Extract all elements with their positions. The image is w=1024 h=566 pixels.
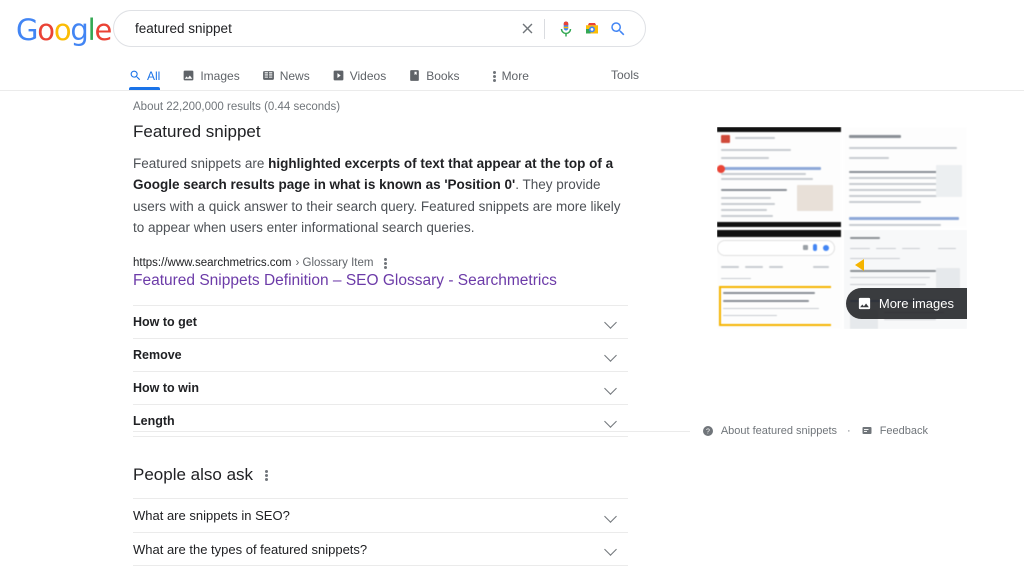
page-title: Featured snippet (133, 122, 628, 142)
tab-label: More (502, 70, 529, 82)
tab-videos[interactable]: Videos (332, 69, 398, 90)
paa-question-row[interactable]: What are snippets in SEO? (133, 498, 628, 532)
chevron-down-icon (605, 545, 618, 553)
search-header: Google (0, 0, 1024, 91)
result-title-link[interactable]: Featured Snippets Definition – SEO Gloss… (133, 271, 628, 291)
tab-news[interactable]: News (262, 69, 322, 90)
feedback-flag-icon (861, 425, 873, 437)
help-circle-icon: ? (702, 425, 714, 437)
search-icon (129, 69, 142, 82)
logo-letter: o (37, 16, 54, 45)
more-images-label: More images (879, 296, 954, 311)
tab-label: Images (200, 70, 239, 82)
kebab-menu-icon[interactable] (384, 258, 387, 269)
tab-more[interactable]: More (482, 70, 541, 90)
photo-icon (857, 296, 872, 311)
search-bar[interactable] (113, 10, 646, 47)
divider (133, 431, 690, 432)
featured-snippet-text: Featured snippets are highlighted excerp… (133, 153, 628, 238)
tab-label: Books (426, 70, 459, 82)
feedback-link[interactable]: Feedback (880, 425, 928, 437)
google-lens-camera-icon[interactable] (579, 16, 605, 42)
image-icon (182, 69, 195, 82)
search-input[interactable] (133, 20, 514, 37)
accordion-label: Remove (133, 348, 182, 362)
logo-letter: e (94, 16, 111, 45)
about-featured-snippets-link[interactable]: About featured snippets (721, 425, 837, 437)
search-bar-actions (514, 16, 645, 42)
search-nav-tabs: All Images News Videos Books More (129, 60, 551, 90)
kebab-menu-icon (493, 71, 496, 82)
result-url-row: https://www.searchmetrics.com › Glossary… (133, 257, 628, 269)
chevron-down-icon (605, 351, 618, 359)
result-stats: About 22,200,000 results (0.44 seconds) (133, 101, 340, 113)
footer-links: ? About featured snippets · Feedback (690, 425, 928, 437)
tab-label: All (147, 70, 160, 82)
image-thumbnail[interactable] (844, 127, 968, 227)
paa-title: People also ask (133, 465, 253, 485)
paa-question-row[interactable]: What are the types of featured snippets? (133, 532, 628, 566)
logo-letter: l (88, 16, 95, 45)
tab-books[interactable]: Books (408, 69, 471, 90)
logo-letter: G (16, 16, 37, 45)
featured-snippet-block: Featured snippet Featured snippets are h… (133, 122, 628, 437)
microphone-icon[interactable] (553, 16, 579, 42)
tab-all[interactable]: All (129, 69, 172, 90)
accordion-label: How to get (133, 315, 197, 329)
accordion-row-how-to-get[interactable]: How to get (133, 305, 628, 338)
tab-label: Videos (350, 70, 386, 82)
kebab-menu-icon[interactable] (265, 470, 268, 481)
result-breadcrumb: › Glossary Item (295, 257, 373, 269)
image-results-panel[interactable]: More images (717, 127, 967, 329)
google-logo[interactable]: Google (16, 16, 111, 45)
divider (544, 19, 545, 39)
people-also-ask-heading: People also ask (133, 465, 628, 485)
chevron-down-icon (605, 318, 618, 326)
image-thumbnail[interactable] (717, 230, 841, 330)
logo-letter: o (54, 16, 71, 45)
accordion-row-how-to-win[interactable]: How to win (133, 371, 628, 404)
featured-snippet-footer: ? About featured snippets · Feedback (133, 425, 928, 437)
tab-images[interactable]: Images (182, 69, 251, 90)
chevron-down-icon (605, 417, 618, 425)
chevron-down-icon (605, 512, 618, 520)
book-icon (408, 69, 421, 82)
tab-label: News (280, 70, 310, 82)
result-domain[interactable]: https://www.searchmetrics.com (133, 257, 291, 269)
close-icon[interactable] (514, 16, 540, 42)
people-also-ask-block: People also ask What are snippets in SEO… (133, 465, 628, 566)
news-icon (262, 69, 275, 82)
logo-letter: g (70, 16, 87, 45)
separator-dot: · (844, 425, 854, 437)
chevron-down-icon (605, 384, 618, 392)
tools-button[interactable]: Tools (611, 68, 639, 82)
search-icon[interactable] (605, 16, 631, 42)
svg-text:?: ? (706, 429, 710, 436)
paa-question-label: What are snippets in SEO? (133, 508, 290, 523)
image-thumbnail[interactable] (717, 127, 841, 227)
paa-question-label: What are the types of featured snippets? (133, 542, 367, 557)
snippet-text-part1: Featured snippets are (133, 156, 268, 171)
more-images-button[interactable]: More images (846, 288, 967, 319)
video-play-icon (332, 69, 345, 82)
accordion-label: How to win (133, 381, 199, 395)
accordion-row-remove[interactable]: Remove (133, 338, 628, 371)
